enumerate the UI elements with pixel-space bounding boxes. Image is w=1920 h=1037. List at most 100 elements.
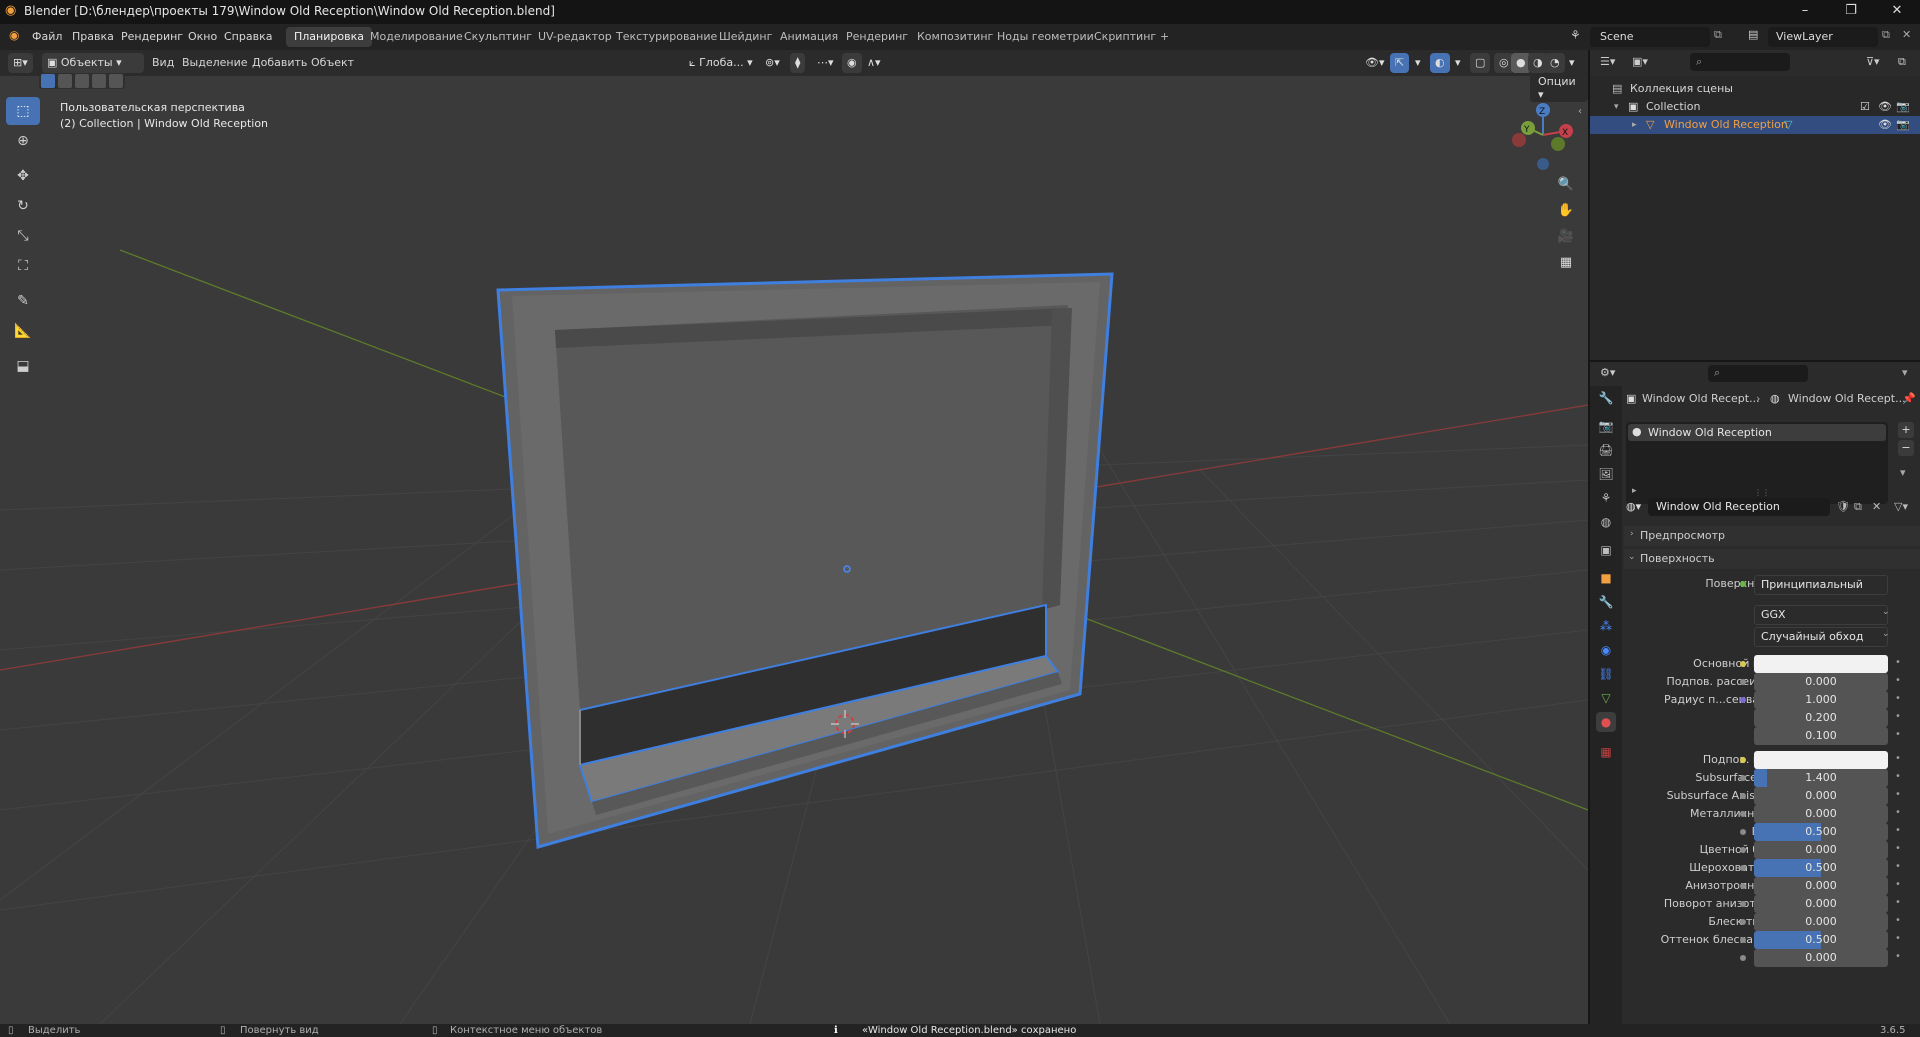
window-frame-object[interactable] bbox=[496, 272, 1114, 849]
viewport-canvas[interactable]: Z X Y bbox=[0, 50, 1588, 1024]
keyframe-dot-icon[interactable]: • bbox=[1895, 933, 1901, 944]
scene-tab-icon[interactable]: ⚘ bbox=[1596, 488, 1616, 508]
keyframe-dot-icon[interactable]: • bbox=[1895, 879, 1901, 890]
add-slot-button[interactable]: + bbox=[1898, 422, 1914, 438]
menu-view[interactable]: Вид bbox=[152, 56, 174, 69]
transform-orientation-dropdown[interactable]: ⟀ Глоба... ▾ bbox=[684, 53, 758, 73]
camera-view-icon[interactable]: 🎥 bbox=[1554, 225, 1578, 249]
workspace-tab-geometry-nodes[interactable]: Ноды геометрии bbox=[989, 27, 1102, 47]
pivot-point-icon[interactable]: ⊚▾ bbox=[760, 53, 785, 73]
keyframe-dot-icon[interactable]: • bbox=[1895, 861, 1901, 872]
outliner-row-collection[interactable]: ▾ ▣ Collection ☑ 👁 📷 bbox=[1590, 98, 1920, 116]
browse-material-icon[interactable]: ◍▾ bbox=[1626, 500, 1641, 513]
rotate-tool-icon[interactable]: ↻ bbox=[6, 192, 40, 220]
input-socket-icon[interactable] bbox=[1740, 697, 1746, 703]
cursor-tool-icon[interactable]: ⊕ bbox=[6, 127, 40, 155]
object-visibility-eye-icon[interactable]: 👁 bbox=[1878, 116, 1892, 134]
ortho-grid-icon[interactable]: ▦ bbox=[1554, 251, 1578, 275]
properties-editor-type-icon[interactable]: ⚙▾ bbox=[1600, 366, 1615, 379]
number-field[interactable]: 1.000 bbox=[1754, 691, 1888, 709]
overlay-dropdown-icon[interactable]: ▾ bbox=[1450, 53, 1466, 73]
number-field[interactable]: 0.000 bbox=[1754, 913, 1888, 931]
menu-render[interactable]: Рендеринг bbox=[121, 30, 183, 43]
workspace-tab-texture-paint[interactable]: Текстурирование bbox=[608, 27, 725, 47]
number-field[interactable]: 0.000 bbox=[1754, 805, 1888, 823]
number-field[interactable]: 0.000 bbox=[1754, 841, 1888, 859]
outliner-row-window-object[interactable]: ▸ ▽ Window Old Reception ▽ 👁 📷 bbox=[1590, 116, 1920, 134]
slot-specials-icon[interactable]: ▾ bbox=[1900, 466, 1906, 479]
view-layer-icon[interactable]: ▤ bbox=[1748, 28, 1758, 41]
properties-options-icon[interactable]: ▾ bbox=[1902, 366, 1908, 379]
select-intersect-icon[interactable] bbox=[109, 74, 123, 88]
zoom-icon[interactable]: 🔍 bbox=[1554, 173, 1578, 197]
falloff-icon[interactable]: ∧▾ bbox=[862, 53, 886, 73]
scene-field[interactable]: Scene bbox=[1590, 27, 1710, 47]
unlink-material-icon[interactable]: ✕ bbox=[1872, 500, 1881, 513]
proportional-edit-icon[interactable]: ◉ bbox=[842, 53, 862, 73]
menu-edit[interactable]: Правка bbox=[72, 30, 114, 43]
workspace-tab-modeling[interactable]: Моделирование bbox=[362, 27, 471, 47]
transform-tool-icon[interactable]: ⛶ bbox=[6, 252, 40, 280]
mesh-data-icon[interactable]: ▽ bbox=[1784, 116, 1792, 134]
maximize-button[interactable]: ❐ bbox=[1828, 0, 1874, 24]
workspace-tab-animation[interactable]: Анимация bbox=[772, 27, 846, 47]
keyframe-dot-icon[interactable]: • bbox=[1895, 915, 1901, 926]
keyframe-dot-icon[interactable]: • bbox=[1895, 897, 1901, 908]
scene-icon[interactable]: ⚘ bbox=[1570, 28, 1581, 42]
number-field[interactable]: 0.000 bbox=[1754, 787, 1888, 805]
number-field[interactable]: 1.400 bbox=[1754, 769, 1888, 787]
outliner-search-input[interactable]: ⌕ bbox=[1690, 53, 1790, 71]
number-field[interactable]: 0.500 bbox=[1754, 859, 1888, 877]
keyframe-dot-icon[interactable]: • bbox=[1895, 843, 1901, 854]
outliner-editor-type-icon[interactable]: ☰▾ bbox=[1600, 55, 1615, 68]
number-field[interactable]: 0.000 bbox=[1754, 949, 1888, 967]
visibility-icon[interactable]: 👁▾ bbox=[1360, 53, 1390, 73]
3d-viewport[interactable]: Z X Y ⊞▾ ▣ Объекты ▾ Вид Выделение Добав… bbox=[0, 50, 1588, 1024]
annotate-tool-icon[interactable]: ✎ bbox=[6, 287, 40, 315]
gizmo-toggle-icon[interactable]: ⇱ bbox=[1390, 53, 1410, 73]
input-socket-icon[interactable] bbox=[1740, 679, 1746, 685]
input-socket-icon[interactable] bbox=[1740, 937, 1746, 943]
render-camera-icon[interactable]: 📷 bbox=[1896, 98, 1910, 116]
options-dropdown[interactable]: Опции ▾ bbox=[1530, 74, 1588, 102]
select-extend-icon[interactable] bbox=[58, 74, 72, 88]
editor-type-icon[interactable]: ⊞▾ bbox=[8, 53, 33, 73]
input-socket-icon[interactable] bbox=[1740, 919, 1746, 925]
color-swatch[interactable] bbox=[1754, 655, 1888, 673]
input-socket-icon[interactable] bbox=[1740, 955, 1746, 961]
keyframe-dot-icon[interactable]: • bbox=[1895, 657, 1901, 668]
snap-toggle-icon[interactable]: ⧫ bbox=[790, 53, 806, 73]
number-field[interactable]: 0.000 bbox=[1754, 673, 1888, 691]
surface-socket-icon[interactable] bbox=[1740, 581, 1746, 587]
keyframe-dot-icon[interactable]: • bbox=[1895, 675, 1901, 686]
input-socket-icon[interactable] bbox=[1740, 661, 1746, 667]
keyframe-dot-icon[interactable]: • bbox=[1895, 729, 1901, 740]
menu-select[interactable]: Выделение bbox=[182, 56, 248, 69]
move-tool-icon[interactable]: ✥ bbox=[6, 162, 40, 190]
xray-toggle-icon[interactable]: ▢ bbox=[1470, 53, 1491, 73]
keyframe-dot-icon[interactable]: • bbox=[1895, 951, 1901, 962]
new-collection-icon[interactable]: ⧉ bbox=[1898, 55, 1906, 69]
keyframe-dot-icon[interactable]: • bbox=[1895, 825, 1901, 836]
select-invert-icon[interactable] bbox=[92, 74, 106, 88]
preview-panel-header[interactable]: › Предпросмотр bbox=[1624, 526, 1920, 546]
pin-icon[interactable]: 📌 bbox=[1902, 392, 1916, 405]
workspace-tab-shading[interactable]: Шейдинг bbox=[711, 27, 780, 47]
input-socket-icon[interactable] bbox=[1740, 775, 1746, 781]
gizmo-dropdown-icon[interactable]: ▾ bbox=[1410, 53, 1426, 73]
snap-target-icon[interactable]: ⋯▾ bbox=[812, 53, 839, 73]
input-socket-icon[interactable] bbox=[1740, 757, 1746, 763]
rendered-shading-icon[interactable]: ◔ bbox=[1545, 53, 1565, 73]
object-render-camera-icon[interactable]: 📷 bbox=[1896, 116, 1910, 134]
keyframe-dot-icon[interactable]: • bbox=[1895, 789, 1901, 800]
input-socket-icon[interactable] bbox=[1740, 829, 1746, 835]
workspace-tab-rendering[interactable]: Рендеринг bbox=[838, 27, 916, 47]
menu-window[interactable]: Окно bbox=[188, 30, 217, 43]
keyframe-dot-icon[interactable]: • bbox=[1895, 807, 1901, 818]
tool-tab-icon[interactable]: 🔧 bbox=[1596, 388, 1616, 408]
visibility-eye-icon[interactable]: 👁 bbox=[1878, 98, 1892, 116]
world-tab-icon[interactable]: ◍ bbox=[1596, 512, 1616, 532]
add-workspace-button[interactable]: + bbox=[1152, 27, 1177, 47]
sidebar-toggle-icon[interactable]: ‹ bbox=[1578, 106, 1582, 117]
menu-object[interactable]: Объект bbox=[311, 56, 354, 69]
